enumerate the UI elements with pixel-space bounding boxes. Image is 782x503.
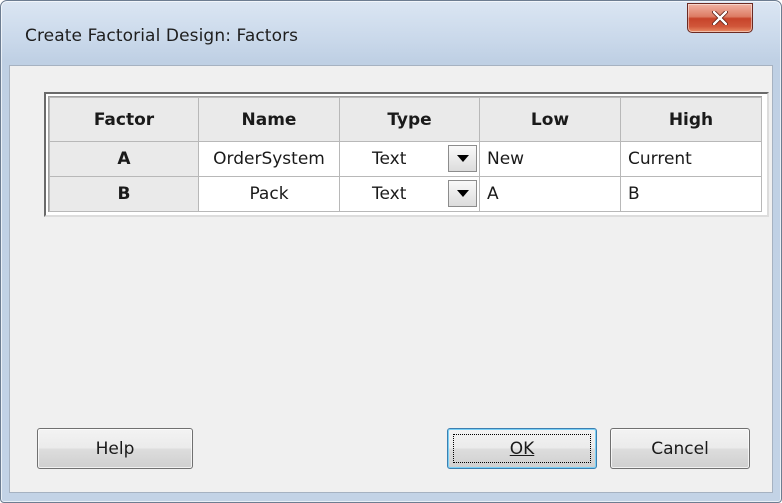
low-cell[interactable]: New: [479, 141, 621, 177]
high-cell[interactable]: Current: [620, 141, 762, 177]
table-row: A OrderSystem Text New Current: [49, 141, 762, 177]
column-header-low: Low: [479, 97, 621, 142]
table-row: B Pack Text A B: [49, 176, 762, 212]
high-cell[interactable]: B: [620, 176, 762, 212]
close-button[interactable]: [687, 3, 753, 33]
column-header-type: Type: [339, 97, 480, 142]
column-header-high: High: [620, 97, 762, 142]
help-button[interactable]: Help: [37, 428, 193, 469]
name-cell[interactable]: OrderSystem: [198, 141, 340, 177]
focus-rectangle: [453, 434, 591, 463]
window-title: Create Factorial Design: Factors: [25, 26, 299, 46]
column-header-name: Name: [198, 97, 340, 142]
dialog-body: Factor Name Type Low High A OrderSystem …: [9, 65, 773, 493]
help-button-label: Help: [95, 438, 135, 459]
ok-button[interactable]: OK: [447, 428, 597, 469]
type-dropdown-button[interactable]: [448, 180, 477, 207]
close-icon: [712, 11, 728, 25]
column-header-factor: Factor: [49, 97, 199, 142]
cancel-button-label: Cancel: [651, 438, 709, 459]
low-cell[interactable]: A: [479, 176, 621, 212]
type-value: Text: [372, 149, 407, 169]
type-value: Text: [372, 184, 407, 204]
factors-grid: Factor Name Type Low High A OrderSystem …: [44, 92, 769, 217]
chevron-down-icon: [456, 155, 469, 162]
type-dropdown-button[interactable]: [448, 145, 477, 172]
type-cell[interactable]: Text: [339, 176, 480, 212]
chevron-down-icon: [456, 190, 469, 197]
factor-cell: B: [49, 176, 199, 212]
factor-cell: A: [49, 141, 199, 177]
type-cell[interactable]: Text: [339, 141, 480, 177]
dialog-window: Create Factorial Design: Factors Factor …: [0, 0, 782, 503]
grid-header-row: Factor Name Type Low High: [49, 97, 762, 142]
cancel-button[interactable]: Cancel: [610, 428, 750, 469]
name-cell[interactable]: Pack: [198, 176, 340, 212]
